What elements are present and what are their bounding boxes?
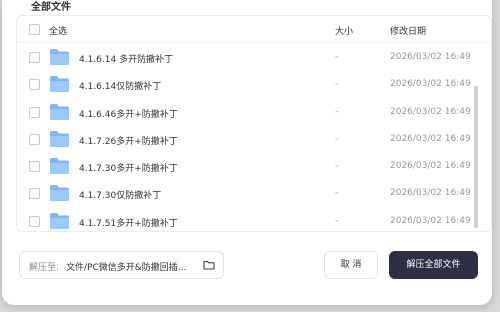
row-checkbox[interactable] — [29, 188, 40, 199]
select-all-checkbox[interactable] — [29, 24, 40, 35]
file-row[interactable]: 4.1.6.14 多开防撤补丁 - 2026/03/02 16:49 — [17, 43, 491, 70]
list-scrollbar[interactable] — [474, 86, 478, 228]
file-row[interactable]: 4.1.7.26多开+防撤补丁 - 2026/03/02 16:49 — [17, 125, 491, 152]
row-checkbox[interactable] — [29, 216, 40, 227]
row-checkbox[interactable] — [29, 107, 40, 118]
row-checkbox[interactable] — [29, 134, 40, 145]
file-name: 4.1.7.26多开+防撤补丁 — [79, 137, 178, 147]
file-size: - — [335, 216, 339, 226]
file-size: - — [335, 79, 339, 89]
file-row[interactable]: 4.1.7.30多开+防撤补丁 - 2026/03/02 16:49 — [17, 152, 491, 179]
file-modified-date: 2026/03/02 16:49 — [390, 161, 471, 171]
file-row[interactable]: 4.1.7.51多开+防撤补丁 - 2026/03/02 16:49 — [17, 207, 491, 231]
extract-path-value: 文件/PC微信多开&防撤回插... — [66, 263, 187, 273]
file-modified-date: 2026/03/02 16:49 — [390, 188, 471, 198]
file-name: 4.1.7.30仅防撤补丁 — [79, 191, 162, 201]
section-title: 全部文件 — [31, 2, 71, 13]
file-modified-date: 2026/03/02 16:49 — [390, 79, 471, 89]
file-modified-date: 2026/03/02 16:49 — [390, 134, 471, 144]
file-modified-date: 2026/03/02 16:49 — [390, 216, 471, 226]
folder-icon — [50, 49, 69, 65]
folder-icon — [50, 131, 69, 147]
folder-icon — [50, 104, 69, 120]
file-row[interactable]: 4.1.6.14仅防撤补丁 - 2026/03/02 16:49 — [17, 70, 491, 97]
folder-icon — [50, 158, 69, 174]
size-column-header[interactable]: 大小 — [335, 24, 353, 37]
file-size: - — [335, 134, 339, 144]
row-checkbox[interactable] — [29, 161, 40, 172]
file-name: 4.1.7.51多开+防撤补丁 — [79, 219, 178, 229]
extract-path-label: 解压至: — [29, 263, 60, 273]
file-name: 4.1.6.14 多开防撤补丁 — [79, 55, 174, 65]
file-size: - — [335, 188, 339, 198]
cancel-button[interactable]: 取 消 — [324, 251, 378, 279]
extract-dialog: 全部文件 全选 大小 修改日期 4.1.6.14 多开防撤补丁 - 2026/0… — [2, 0, 492, 305]
extract-path-field[interactable]: 解压至: 文件/PC微信多开&防撤回插... — [19, 251, 224, 279]
file-row[interactable]: 4.1.7.30仅防撤补丁 - 2026/03/02 16:49 — [17, 179, 491, 206]
extract-all-button[interactable]: 解压全部文件 — [389, 251, 478, 279]
file-size: - — [335, 107, 339, 117]
file-size: - — [335, 52, 339, 62]
folder-icon — [50, 185, 69, 201]
file-name: 4.1.7.30多开+防撤补丁 — [79, 164, 178, 174]
file-name: 4.1.6.46多开+防撤补丁 — [79, 110, 178, 120]
file-list-panel: 全选 大小 修改日期 4.1.6.14 多开防撤补丁 - 2026/03/02 … — [16, 15, 492, 232]
row-checkbox[interactable] — [29, 52, 40, 63]
modified-column-header[interactable]: 修改日期 — [390, 24, 426, 37]
file-modified-date: 2026/03/02 16:49 — [390, 107, 471, 117]
folder-icon — [50, 213, 69, 229]
folder-outline-icon[interactable] — [203, 260, 215, 270]
file-list-header: 全选 大小 修改日期 — [17, 16, 491, 43]
file-name: 4.1.6.14仅防撤补丁 — [79, 82, 162, 92]
file-modified-date: 2026/03/02 16:49 — [390, 52, 471, 62]
file-size: - — [335, 161, 339, 171]
row-checkbox[interactable] — [29, 79, 40, 90]
select-all-label[interactable]: 全选 — [49, 24, 67, 37]
folder-icon — [50, 76, 69, 92]
file-row[interactable]: 4.1.6.46多开+防撤补丁 - 2026/03/02 16:49 — [17, 98, 491, 125]
